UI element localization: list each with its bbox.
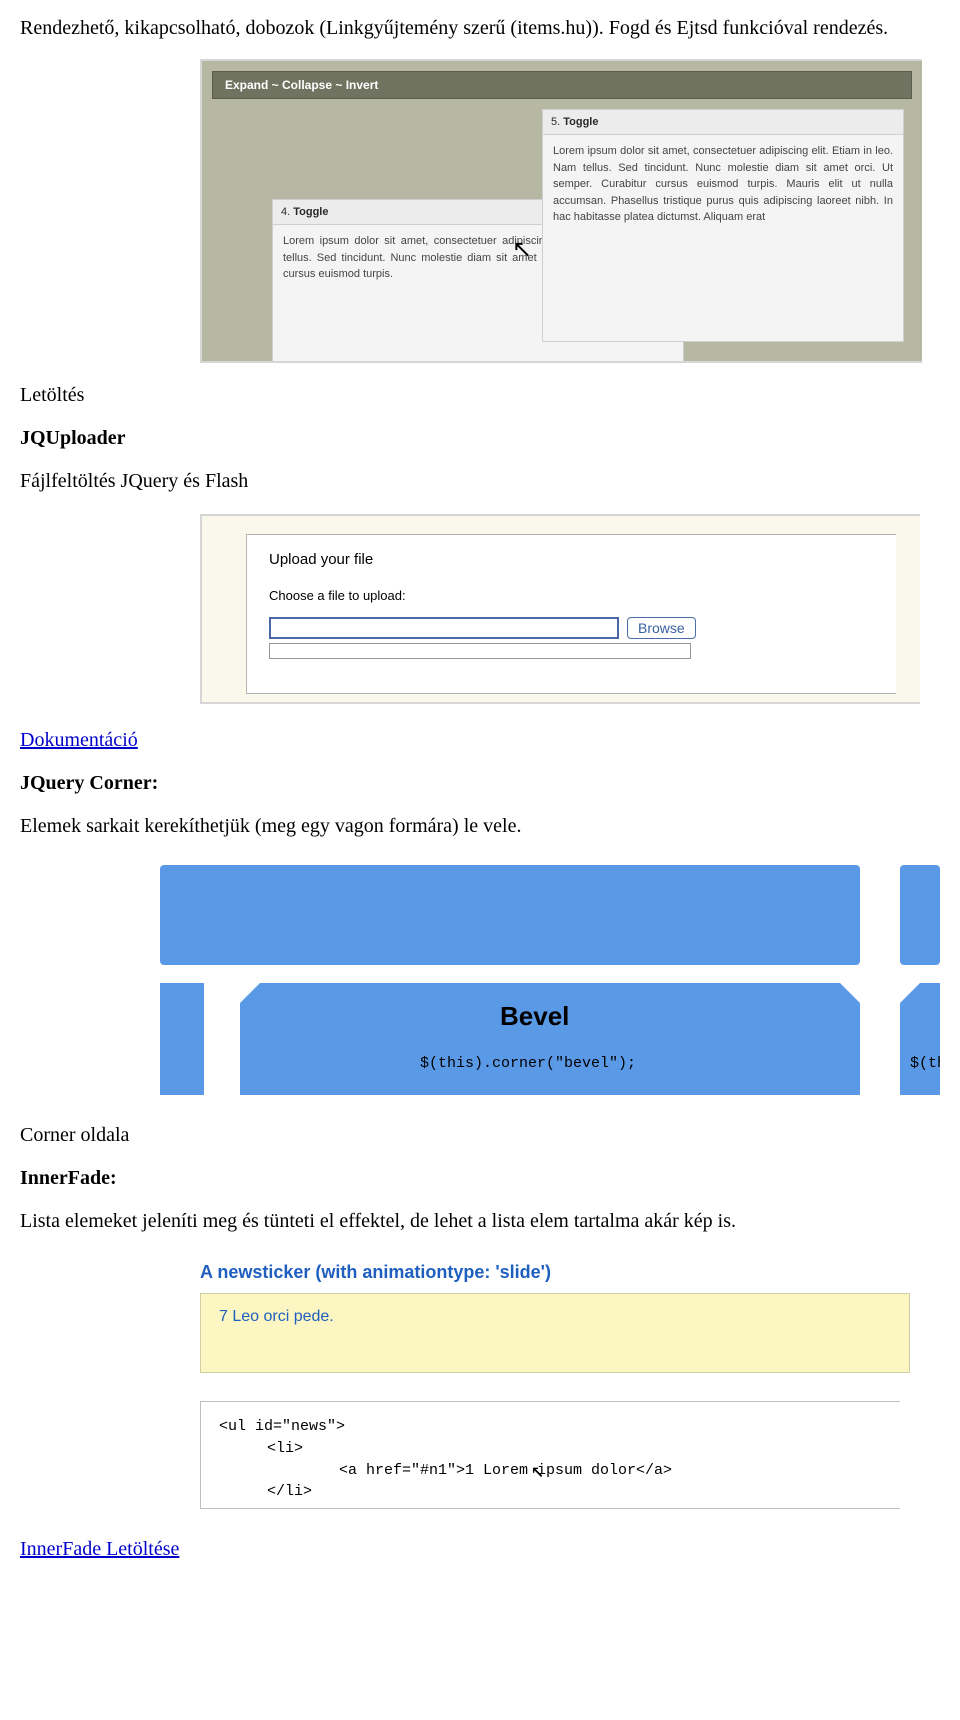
- code-l3: <a href="#n1">1 Lorem ipsum dolor</a>: [219, 1460, 882, 1482]
- jquery-corner-title: JQuery Corner:: [20, 771, 940, 796]
- panel-5-toggle[interactable]: 5. Toggle Lorem ipsum dolor sit amet, co…: [542, 109, 904, 342]
- panel-5-body: Lorem ipsum dolor sit amet, consectetuer…: [543, 135, 903, 341]
- innerfade-title: InnerFade:: [20, 1166, 940, 1191]
- corner-card-top: [160, 865, 860, 965]
- code-l2: <li>: [219, 1438, 882, 1460]
- bevel-card-code-2: $(this): [910, 1055, 940, 1072]
- panel-5-num: 5.: [551, 116, 560, 128]
- panel-5-header[interactable]: 5. Toggle: [543, 110, 903, 135]
- newsticker-heading: A newsticker (with animationtype: 'slide…: [200, 1262, 920, 1283]
- panel-4-label: Toggle: [293, 206, 328, 218]
- cursor-icon-2: ↖: [531, 1458, 544, 1484]
- fig1-canvas: 5. Toggle Lorem ipsum dolor sit amet, co…: [212, 109, 922, 363]
- corner-card-bevel: Bevel $(this).corner("bevel");: [240, 983, 860, 1095]
- upload-title: Upload your file: [269, 551, 874, 568]
- corner-page-text: Corner oldala: [20, 1123, 940, 1148]
- jquploader-desc: Fájlfeltöltés JQuery és Flash: [20, 469, 940, 494]
- file-path-input[interactable]: [269, 617, 619, 639]
- code-l1: <ul id="news">: [219, 1416, 882, 1438]
- jquery-corner-desc: Elemek sarkait kerekíthetjük (meg egy va…: [20, 814, 940, 839]
- upload-form: Upload your file Choose a file to upload…: [246, 534, 896, 694]
- browse-button[interactable]: Browse: [627, 617, 696, 639]
- jquploader-title: JQUploader: [20, 426, 940, 451]
- bevel-card-code: $(this).corner("bevel");: [420, 1055, 636, 1072]
- innerfade-code-box: <ul id="news"> <li> <a href="#n1">1 Lore…: [200, 1401, 900, 1509]
- fig-corner-bevel: Bevel $(this).corner("bevel"); $(this): [160, 865, 940, 1095]
- corner-card-left: [160, 983, 204, 1095]
- fig-innerfade: A newsticker (with animationtype: 'slide…: [200, 1256, 920, 1509]
- panel-4-num: 4.: [281, 206, 290, 218]
- documentation-link[interactable]: Dokumentáció: [20, 729, 138, 751]
- code-l4: </li>: [219, 1481, 882, 1503]
- bevel-card-title: Bevel: [500, 1001, 569, 1032]
- upload-progress-bar: [269, 643, 691, 659]
- ticker-item[interactable]: 7 Leo orci pede.: [219, 1308, 334, 1325]
- newsticker-box: 7 Leo orci pede.: [200, 1293, 910, 1373]
- fig-upload-box: Upload your file Choose a file to upload…: [200, 514, 920, 704]
- innerfade-desc: Lista elemeket jeleníti meg és tünteti e…: [20, 1209, 940, 1234]
- corner-card-right: [900, 983, 940, 1095]
- panel-5-label: Toggle: [563, 116, 598, 128]
- toolbar-expand-collapse-invert[interactable]: Expand ~ Collapse ~ Invert: [212, 71, 912, 99]
- upload-choose-label: Choose a file to upload:: [269, 588, 874, 603]
- fig-toggle-panels: Expand ~ Collapse ~ Invert 5. Toggle Lor…: [200, 59, 922, 363]
- innerfade-download-link[interactable]: InnerFade Letöltése: [20, 1538, 179, 1560]
- download-link-1: Letöltés: [20, 383, 940, 408]
- corner-card-top-right: [900, 865, 940, 965]
- intro-text: Rendezhető, kikapcsolható, dobozok (Link…: [20, 16, 940, 41]
